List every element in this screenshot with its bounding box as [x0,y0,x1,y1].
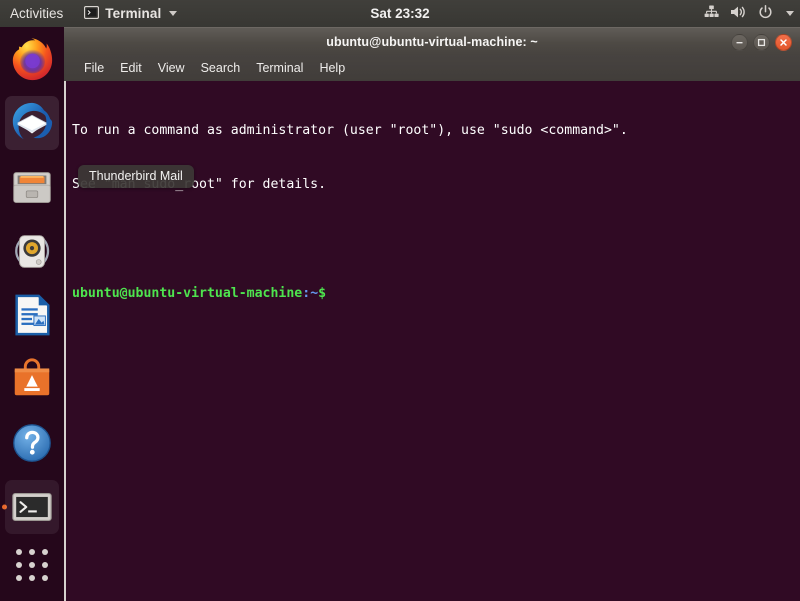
network-wired-icon [704,5,719,22]
dock-tile [5,224,59,278]
thunderbird-icon [12,102,53,140]
dock-tile [5,96,59,150]
show-applications-button[interactable] [0,537,64,593]
help-icon [13,424,51,462]
dock [0,27,64,601]
dock-tile [5,352,59,406]
menu-edit[interactable]: Edit [112,58,150,78]
dock-item-thunderbird[interactable] [0,91,64,155]
dock-tooltip: Thunderbird Mail [78,165,194,188]
maximize-icon [757,38,766,46]
dock-tile [5,288,59,342]
dock-item-files[interactable] [0,155,64,219]
firefox-icon [12,38,53,81]
libreoffice-writer-icon [15,294,50,336]
dock-tile [5,416,59,470]
dock-tile [5,160,59,214]
app-menu-label: Terminal [105,6,162,21]
top-panel: Activities Terminal Sat 23:32 [0,0,800,27]
menu-search[interactable]: Search [193,58,249,78]
menu-view[interactable]: View [150,58,193,78]
window-controls [731,28,792,56]
activities-button[interactable]: Activities [0,0,72,27]
terminal-prompt-line: ubuntu@ubuntu-virtual-machine:~$ [72,284,800,302]
menu-file[interactable]: File [76,58,112,78]
close-button[interactable] [775,33,792,51]
power-icon [758,4,773,23]
terminal-cursor [326,284,334,299]
dock-item-help[interactable] [0,411,64,475]
terminal-icon [84,5,100,22]
terminal-content-area[interactable]: To run a command as administrator (user … [64,81,800,601]
chevron-down-icon [169,11,178,16]
rhythmbox-icon [15,235,50,268]
maximize-button[interactable] [753,33,770,51]
window-title: ubuntu@ubuntu-virtual-machine: ~ [326,34,538,49]
terminal-menubar: File Edit View Search Terminal Help [64,55,800,81]
menu-help[interactable]: Help [311,58,353,78]
volume-icon [730,5,747,22]
terminal-output: To run a command as administrator (user … [66,81,800,338]
terminal-line: To run a command as administrator (user … [72,123,628,138]
app-menu-terminal[interactable]: Terminal [76,0,185,27]
dock-tile [5,32,59,86]
dock-item-firefox[interactable] [0,27,64,91]
menu-terminal[interactable]: Terminal [248,58,311,78]
dock-tile [5,480,59,534]
terminal-window: ubuntu@ubuntu-virtual-machine: ~ File Ed… [64,27,800,601]
chevron-down-icon [786,11,794,16]
dock-item-libreoffice-writer[interactable] [0,283,64,347]
minimize-button[interactable] [731,33,748,51]
ubuntu-software-icon [14,358,50,396]
grid-icon [16,549,48,581]
clock-label[interactable]: Sat 23:32 [370,6,429,21]
prompt-symbol: $ [318,286,327,301]
minimize-icon [736,41,743,43]
dock-item-ubuntu-software[interactable] [0,347,64,411]
dock-item-rhythmbox[interactable] [0,219,64,283]
prompt-user: ubuntu@ubuntu-virtual-machine [72,286,303,301]
files-cabinet-icon [13,172,51,203]
window-titlebar[interactable]: ubuntu@ubuntu-virtual-machine: ~ [64,27,800,55]
system-tray[interactable] [704,0,794,27]
dock-item-terminal[interactable] [0,475,64,539]
terminal-icon [12,493,52,521]
prompt-path: :~ [302,286,319,301]
close-icon [780,38,787,46]
